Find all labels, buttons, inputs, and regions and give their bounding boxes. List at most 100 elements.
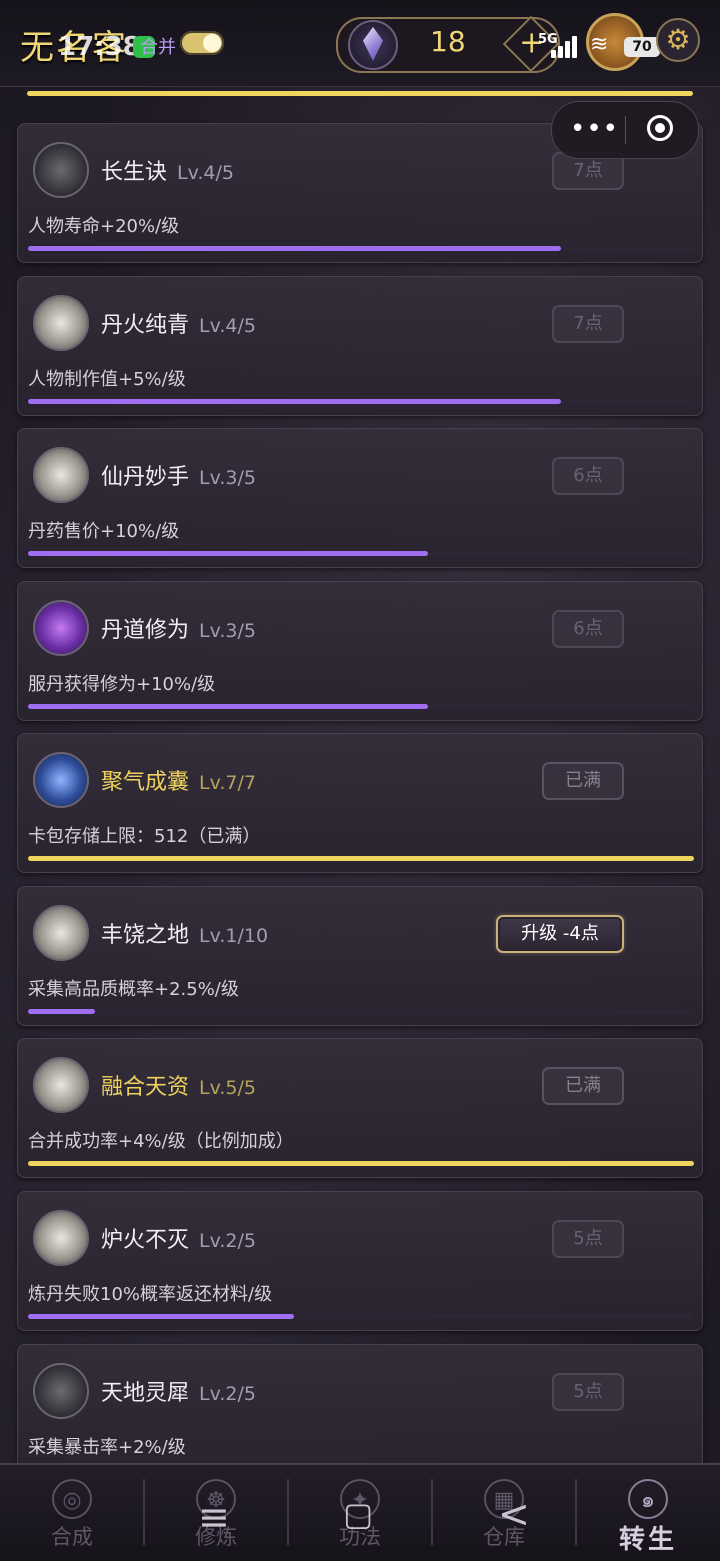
skill-progress-fill [28, 551, 428, 556]
maxed-button: 已满 [542, 1067, 624, 1105]
skill-level: Lv.1/10 [199, 925, 269, 947]
skill-icon [33, 1210, 89, 1266]
skill-icon [33, 600, 89, 656]
skill-name: 丹火纯青 Lv.4/5 [101, 307, 256, 339]
skill-description: 丹药售价+10%/级 [28, 521, 180, 542]
skill-card: 融合天资 Lv.5/5 已满合并成功率+4%/级（比例加成） [17, 1038, 703, 1178]
skill-progress-track [28, 246, 694, 251]
skill-card: 丹道修为 Lv.3/5 6点服丹获得修为+10%/级 [17, 581, 703, 721]
skill-description: 采集暴击率+2%/级 [28, 1437, 186, 1458]
skill-title: 仙丹妙手 [101, 465, 190, 490]
skill-progress-fill [28, 246, 561, 251]
skill-name: 炉火不灭 Lv.2/5 [101, 1222, 256, 1254]
skill-progress-track [28, 551, 694, 556]
more-options-button[interactable]: ••• [570, 114, 619, 144]
gear-icon[interactable]: ⚙ [656, 18, 700, 62]
upgrade-button[interactable]: 升级 -4点 [496, 915, 624, 953]
skill-level: Lv.3/5 [199, 620, 256, 642]
skill-level: Lv.3/5 [199, 467, 256, 489]
skill-progress-track [28, 399, 694, 404]
battery-indicator: 70 [624, 37, 660, 57]
skill-level: Lv.4/5 [177, 162, 234, 184]
skill-name: 丹道修为 Lv.3/5 [101, 612, 256, 644]
miniprogram-capsule: ••• [551, 101, 699, 159]
previous-skill-progress [27, 91, 693, 96]
system-menu-icon[interactable]: ≡ [198, 1495, 230, 1539]
skill-icon [33, 1057, 89, 1113]
cost-button: 6点 [552, 457, 624, 495]
skill-icon [33, 142, 89, 198]
top-bar: 无名客 17:38 合并 18 + 5G ≋ 70 ⚙ [0, 0, 720, 87]
skill-title: 融合天资 [101, 1075, 190, 1100]
cost-button: 5点 [552, 1373, 624, 1411]
skill-progress-track [28, 856, 694, 861]
skill-icon [33, 295, 89, 351]
skill-card: 仙丹妙手 Lv.3/5 6点丹药售价+10%/级 [17, 428, 703, 568]
skill-progress-fill [28, 856, 694, 861]
skill-description: 采集高品质概率+2.5%/级 [28, 979, 239, 1000]
skill-name: 天地灵犀 Lv.2/5 [101, 1375, 256, 1407]
gem-count: 18 [430, 25, 466, 58]
skill-description: 合并成功率+4%/级（比例加成） [28, 1131, 294, 1152]
skill-description: 炼丹失败10%概率返还材料/级 [28, 1284, 273, 1305]
skill-progress-track [28, 704, 694, 709]
clock: 17:38 [58, 32, 141, 62]
skill-icon [33, 752, 89, 808]
cost-button: 7点 [552, 305, 624, 343]
skill-title: 丰饶之地 [101, 923, 190, 948]
nav-tab-label: 合成 [51, 1525, 93, 1549]
skill-title: 丹道修为 [101, 618, 190, 643]
skill-icon [33, 905, 89, 961]
crystal-icon [348, 20, 398, 70]
skill-progress-track [28, 1314, 694, 1319]
skill-progress-fill [28, 1161, 694, 1166]
close-miniprogram-icon[interactable] [647, 115, 673, 141]
skill-progress-fill [28, 1009, 95, 1014]
skill-name: 融合天资 Lv.5/5 [101, 1069, 256, 1101]
skill-description: 卡包存储上限：512（已满） [28, 826, 261, 847]
skill-name: 长生诀 Lv.4/5 [101, 154, 234, 186]
skill-name: 仙丹妙手 Lv.3/5 [101, 459, 256, 491]
skill-card: 聚气成囊 Lv.7/7 已满卡包存储上限：512（已满） [17, 733, 703, 873]
skill-description: 人物制作值+5%/级 [28, 369, 186, 390]
merge-label: 合并 [140, 37, 176, 58]
skill-card: 丰饶之地 Lv.1/10 升级 -4点采集高品质概率+2.5%/级 [17, 886, 703, 1026]
cost-button: 5点 [552, 1220, 624, 1258]
skill-progress-track [28, 1161, 694, 1166]
skill-description: 服丹获得修为+10%/级 [28, 674, 216, 695]
skill-card: 炉火不灭 Lv.2/5 5点炼丹失败10%概率返还材料/级 [17, 1191, 703, 1331]
skill-level: Lv.7/7 [199, 772, 256, 794]
skill-icon [33, 1363, 89, 1419]
system-home-icon[interactable]: ▢ [343, 1495, 373, 1533]
skill-level: Lv.5/5 [199, 1077, 256, 1099]
maxed-button: 已满 [542, 762, 624, 800]
skill-name: 聚气成囊 Lv.7/7 [101, 764, 256, 796]
skill-progress-fill [28, 704, 428, 709]
skill-progress-fill [28, 1314, 295, 1319]
wifi-icon: ≋ [590, 32, 609, 57]
capsule-divider [625, 116, 626, 144]
skill-level: Lv.2/5 [199, 1383, 256, 1405]
skill-title: 天地灵犀 [101, 1381, 190, 1406]
merge-toggle[interactable] [180, 31, 224, 55]
skill-progress-fill [28, 399, 561, 404]
swirl-icon: ◎ [52, 1479, 92, 1519]
skill-title: 聚气成囊 [101, 770, 190, 795]
nav-tab-label: 转生 [618, 1525, 677, 1555]
skill-progress-track [28, 1009, 694, 1014]
skill-name: 丰饶之地 Lv.1/10 [101, 917, 268, 949]
system-back-icon[interactable]: < [498, 1492, 530, 1536]
skill-title: 长生诀 [101, 160, 168, 185]
signal-icon [551, 36, 579, 58]
skill-title: 丹火纯青 [101, 313, 190, 338]
skill-icon [33, 447, 89, 503]
skill-description: 人物寿命+20%/级 [28, 216, 180, 237]
vortex-icon: ๑ [628, 1479, 668, 1519]
skill-level: Lv.4/5 [199, 315, 256, 337]
skill-title: 炉火不灭 [101, 1228, 190, 1253]
nav-tab[interactable]: ◎ 合成 [0, 1465, 144, 1561]
nav-tab[interactable]: ๑ 转生 [576, 1465, 720, 1561]
skill-level: Lv.2/5 [199, 1230, 256, 1252]
cost-button: 6点 [552, 610, 624, 648]
skill-card: 丹火纯青 Lv.4/5 7点人物制作值+5%/级 [17, 276, 703, 416]
